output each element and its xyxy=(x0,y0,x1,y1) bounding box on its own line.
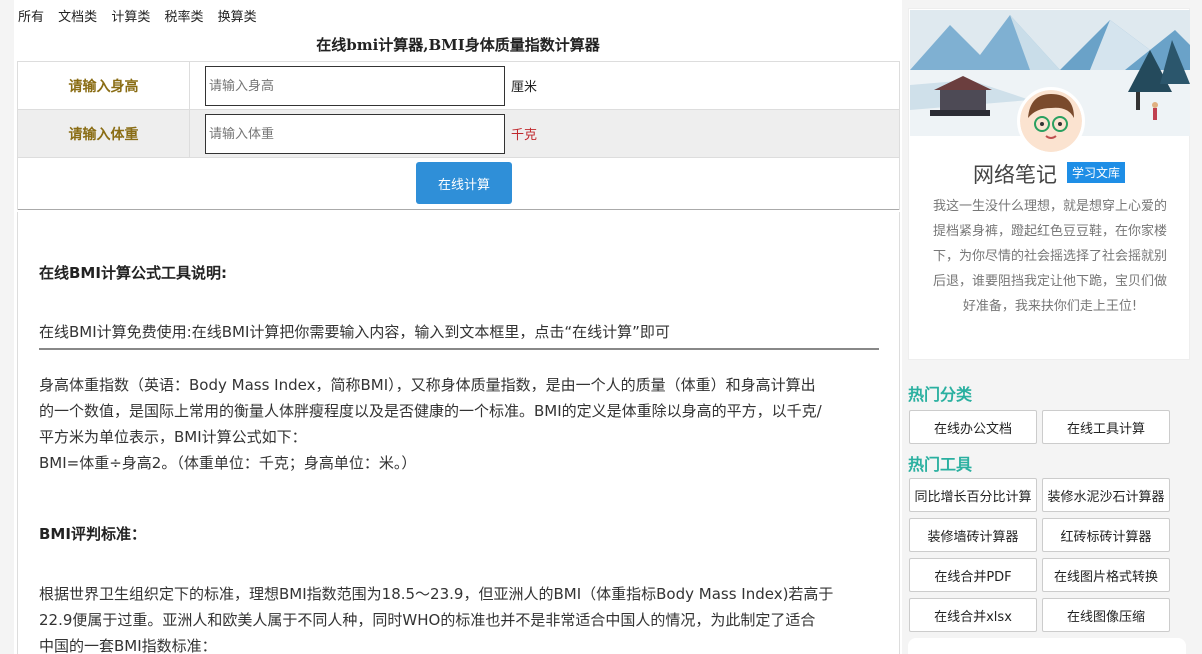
heading-tool-description: 在线BMI计算公式工具说明: xyxy=(39,264,227,282)
profile-card: 网络笔记 学习文库 我这一生没什么理想，就是想穿上心爱的提档紧身裤，蹬起红色豆豆… xyxy=(908,8,1190,360)
bmi-form: 请输入身高 厘米 请输入体重 千克 在线计算 xyxy=(17,61,900,210)
nav-calculators[interactable]: 计算类 xyxy=(111,10,150,25)
definition-line-3: 平方米为单位表示，BMI计算公式如下： xyxy=(39,428,307,446)
weight-input[interactable] xyxy=(205,114,505,154)
category-office-docs[interactable]: 在线办公文档 xyxy=(909,410,1037,444)
height-row: 请输入身高 厘米 xyxy=(18,62,899,110)
height-input[interactable] xyxy=(205,66,505,106)
site-badge[interactable]: 学习文库 xyxy=(1067,162,1126,183)
site-motto: 我这一生没什么理想，就是想穿上心爱的提档紧身裤，蹬起红色豆豆鞋，在你家楼下，为你… xyxy=(932,199,1167,314)
button-row: 在线计算 xyxy=(18,158,899,210)
site-name: 网络笔记 xyxy=(973,163,1057,187)
sidebar-next-card xyxy=(908,638,1186,654)
criteria-line-3: 中国的一套BMI指数标准： xyxy=(39,637,217,654)
main-panel: 所有 文档类 计算类 税率类 换算类 在线bmi计算器,BMI身体质量指数计算器… xyxy=(14,0,902,654)
definition-line-2: 的一个数值，是国际上常用的衡量人体胖瘦程度以及是否健康的一个标准。BMI的定义是… xyxy=(39,402,822,420)
tool-image-convert[interactable]: 在线图片格式转换 xyxy=(1042,558,1170,592)
tool-yoy-growth[interactable]: 同比增长百分比计算 xyxy=(909,478,1037,512)
tool-red-brick[interactable]: 红砖标砖计算器 xyxy=(1042,518,1170,552)
heading-criteria: BMI评判标准： xyxy=(39,525,146,543)
weight-row: 请输入体重 千克 xyxy=(18,110,899,158)
tool-cement-sand[interactable]: 装修水泥沙石计算器 xyxy=(1042,478,1170,512)
calculate-button[interactable]: 在线计算 xyxy=(416,162,512,204)
tool-merge-xlsx[interactable]: 在线合并xlsx xyxy=(909,598,1037,632)
weight-label: 请输入体重 xyxy=(18,110,190,157)
bmi-formula: BMI=体重÷身高2。（体重单位：千克；身高单位：米。） xyxy=(39,454,417,472)
tool-merge-pdf[interactable]: 在线合并PDF xyxy=(909,558,1037,592)
height-unit: 厘米 xyxy=(511,80,538,95)
category-tool-calc[interactable]: 在线工具计算 xyxy=(1042,410,1170,444)
bmi-definition-paragraph: 身高体重指数（英语：Body Mass Index，简称BMI），又称身体质量指… xyxy=(39,372,879,476)
hot-tools-title: 热门工具 xyxy=(908,455,973,474)
intro-paragraph: 在线BMI计算免费使用:在线BMI计算把你需要输入内容，输入到文本框里，点击“在… xyxy=(39,319,879,350)
nav-conversion[interactable]: 换算类 xyxy=(218,10,257,25)
criteria-paragraph: 根据世界卫生组织定下的标准，理想BMI指数范围为18.5～23.9，但亚洲人的B… xyxy=(39,581,879,654)
avatar[interactable] xyxy=(1017,87,1085,155)
criteria-line-2: 22.9便属于过重。亚洲人和欧美人属于不同人种，同时WHO的标准也并不是非常适合… xyxy=(39,611,816,629)
page: 所有 文档类 计算类 税率类 换算类 在线bmi计算器,BMI身体质量指数计算器… xyxy=(0,0,1202,654)
nav-all[interactable]: 所有 xyxy=(18,10,44,25)
tool-image-compress[interactable]: 在线图像压缩 xyxy=(1042,598,1170,632)
weight-unit: 千克 xyxy=(511,128,538,143)
article-content: 在线BMI计算公式工具说明: 在线BMI计算免费使用:在线BMI计算把你需要输入… xyxy=(17,212,900,654)
hot-categories-title: 热门分类 xyxy=(908,385,973,404)
height-label: 请输入身高 xyxy=(18,62,190,109)
tool-wall-tile[interactable]: 装修墙砖计算器 xyxy=(909,518,1037,552)
nav-tax[interactable]: 税率类 xyxy=(164,10,203,25)
intro-text: 在线BMI计算免费使用:在线BMI计算把你需要输入内容，输入到文本框里，点击“在… xyxy=(39,319,879,350)
criteria-line-1: 根据世界卫生组织定下的标准，理想BMI指数范围为18.5～23.9，但亚洲人的B… xyxy=(39,585,834,603)
category-nav: 所有 文档类 计算类 税率类 换算类 xyxy=(18,6,267,25)
definition-line-1: 身高体重指数（英语：Body Mass Index，简称BMI），又称身体质量指… xyxy=(39,376,816,394)
nav-documents[interactable]: 文档类 xyxy=(58,10,97,25)
page-title: 在线bmi计算器,BMI身体质量指数计算器 xyxy=(316,36,600,54)
